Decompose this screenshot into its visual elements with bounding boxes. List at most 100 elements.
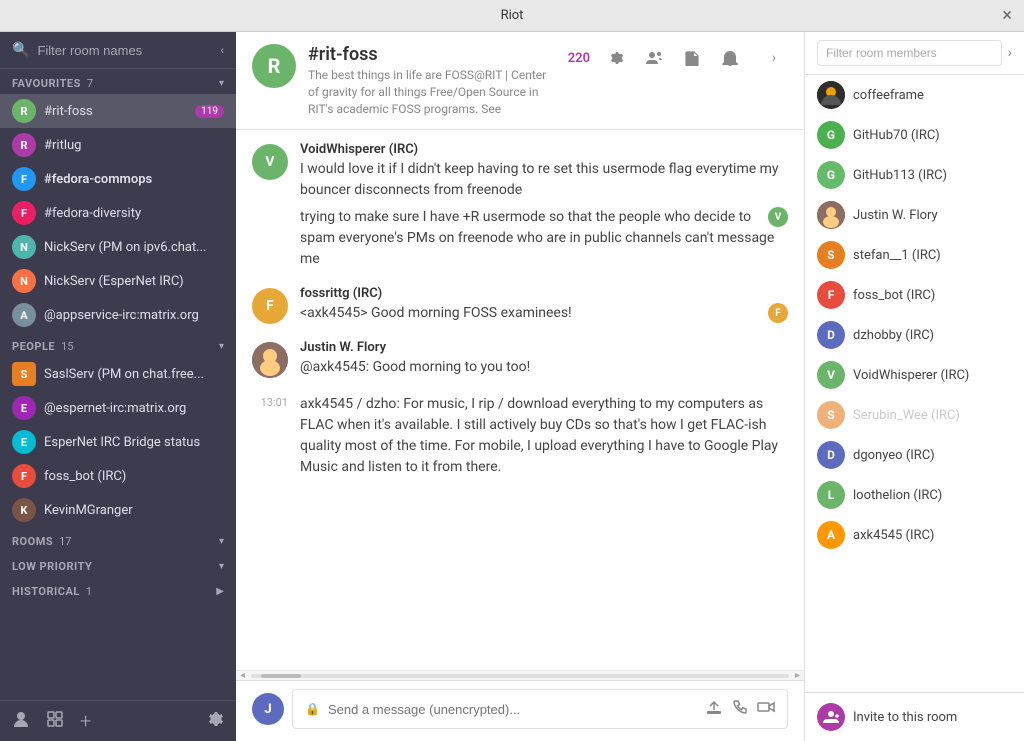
- member-avatar: S: [817, 401, 845, 429]
- members-list: coffeeframe G GitHub70 (IRC) G GitHub113…: [805, 75, 1024, 692]
- member-item[interactable]: S Serubin_Wee (IRC): [805, 395, 1024, 435]
- member-item[interactable]: G GitHub70 (IRC): [805, 115, 1024, 155]
- avatar: F: [12, 464, 36, 488]
- invite-icon: [817, 703, 845, 731]
- favourites-count: 7: [87, 77, 93, 90]
- sidebar-item-label: EsperNet IRC Bridge status: [44, 435, 224, 450]
- member-avatar: D: [817, 441, 845, 469]
- message-input-area: J 🔒: [236, 680, 804, 741]
- sidebar-item-rit-foss[interactable]: R #rit-foss 119: [0, 94, 236, 128]
- historical-header[interactable]: HISTORICAL 1 ▶: [0, 577, 236, 602]
- historical-count: 1: [86, 585, 92, 598]
- member-avatar: G: [817, 161, 845, 189]
- rooms-chevron-icon: ▾: [219, 536, 224, 547]
- sidebar-item-fedora-diversity[interactable]: F #fedora-diversity: [0, 196, 236, 230]
- member-name: Serubin_Wee (IRC): [853, 408, 1012, 423]
- video-icon[interactable]: [757, 698, 775, 720]
- member-item[interactable]: F foss_bot (IRC): [805, 275, 1024, 315]
- avatar: E: [12, 430, 36, 454]
- sidebar-item-espernet-bridge[interactable]: E EsperNet IRC Bridge status: [0, 425, 236, 459]
- rooms-icon[interactable]: [46, 710, 64, 732]
- message-content: VoidWhisperer (IRC) I would love it if I…: [300, 142, 788, 270]
- sidebar-item-nickserv-espernet[interactable]: N NickServ (EsperNet IRC): [0, 264, 236, 298]
- member-name: Justin W. Flory: [853, 208, 1012, 223]
- members-filter-input[interactable]: [817, 40, 1002, 66]
- lock-icon: 🔒: [305, 702, 320, 716]
- sidebar-item-fedora-commops[interactable]: F #fedora-commops: [0, 162, 236, 196]
- scroll-track: [251, 674, 789, 678]
- sidebar-item-kevinmgranger[interactable]: K KevinMGranger: [0, 493, 236, 527]
- favourites-header[interactable]: FAVOURITES 7 ▾: [0, 69, 236, 94]
- favourites-section: FAVOURITES 7 ▾ R #rit-foss 119 R #ritlug…: [0, 69, 236, 332]
- invite-label: Invite to this room: [853, 710, 957, 725]
- settings-button[interactable]: [602, 44, 630, 72]
- message-sender: Justin W. Flory: [300, 340, 788, 355]
- phone-icon[interactable]: [731, 698, 749, 720]
- member-item[interactable]: A axk4545 (IRC): [805, 515, 1024, 555]
- sidebar-item-ritlug[interactable]: R #ritlug: [0, 128, 236, 162]
- settings-icon[interactable]: [206, 710, 224, 732]
- member-item[interactable]: V VoidWhisperer (IRC): [805, 355, 1024, 395]
- member-name: coffeeframe: [853, 88, 1012, 103]
- low-priority-label: LOW PRIORITY: [12, 560, 92, 573]
- member-item[interactable]: Justin W. Flory: [805, 195, 1024, 235]
- invite-to-room-button[interactable]: Invite to this room: [805, 692, 1024, 741]
- member-name: GitHub70 (IRC): [853, 128, 1012, 143]
- avatar: R: [12, 99, 36, 123]
- scroll-thumb[interactable]: [261, 674, 301, 678]
- historical-chevron-icon: ▶: [216, 586, 224, 597]
- sidebar-item-label: #ritlug: [44, 138, 224, 153]
- avatar: N: [12, 235, 36, 259]
- member-avatar: F: [817, 281, 845, 309]
- sidebar-bottom: +: [0, 700, 236, 741]
- upload-icon[interactable]: [705, 698, 723, 720]
- horizontal-scrollbar[interactable]: ◂ ▸: [236, 670, 804, 680]
- avatar: V: [252, 144, 288, 180]
- historical-section: HISTORICAL 1 ▶: [0, 577, 236, 602]
- message-sender: fossrittg (IRC): [300, 286, 788, 301]
- member-count: 220: [568, 51, 590, 66]
- user-profile-icon[interactable]: [12, 710, 30, 732]
- message-input-box: 🔒: [292, 689, 788, 729]
- member-name: VoidWhisperer (IRC): [853, 368, 1012, 383]
- member-name: foss_bot (IRC): [853, 288, 1012, 303]
- historical-label: HISTORICAL: [12, 585, 80, 598]
- message-content: fossrittg (IRC) <axk4545> Good morning F…: [300, 286, 788, 324]
- sidebar-item-appservice[interactable]: A @appservice-irc:matrix.org: [0, 298, 236, 332]
- panel-collapse-icon[interactable]: ›: [1008, 45, 1012, 61]
- avatar: E: [12, 396, 36, 420]
- add-room-icon[interactable]: +: [80, 709, 91, 733]
- message-group: 13:01axk4545 / dzho: For music, I rip / …: [252, 394, 788, 478]
- message-input[interactable]: [328, 702, 697, 717]
- message-text: I would love it if I didn't keep having …: [300, 159, 788, 201]
- member-item[interactable]: D dzhobby (IRC): [805, 315, 1024, 355]
- close-button[interactable]: ×: [1002, 7, 1012, 25]
- member-item[interactable]: D dgonyeo (IRC): [805, 435, 1024, 475]
- sidebar-item-nickserv-ipv6[interactable]: N NickServ (PM on ipv6.chat...: [0, 230, 236, 264]
- message-sender: VoidWhisperer (IRC): [300, 142, 788, 157]
- member-item[interactable]: L loothelion (IRC): [805, 475, 1024, 515]
- notifications-button[interactable]: [716, 44, 744, 72]
- room-avatar: R: [252, 44, 296, 88]
- user-avatar: J: [252, 693, 284, 725]
- app-layout: 🔍 ‹ FAVOURITES 7 ▾ R #rit-foss 119 R #ri…: [0, 32, 1024, 741]
- rooms-header[interactable]: ROOMS 17 ▾: [0, 527, 236, 552]
- sidebar-item-label: foss_bot (IRC): [44, 469, 224, 484]
- sidebar-item-foss-bot[interactable]: F foss_bot (IRC): [0, 459, 236, 493]
- member-item[interactable]: coffeeframe: [805, 75, 1024, 115]
- avatar: F: [12, 167, 36, 191]
- people-header[interactable]: PEOPLE 15 ▾: [0, 332, 236, 357]
- sidebar: 🔍 ‹ FAVOURITES 7 ▾ R #rit-foss 119 R #ri…: [0, 32, 236, 741]
- collapse-icon[interactable]: ‹: [220, 43, 224, 57]
- members-button[interactable]: [640, 44, 668, 72]
- member-item[interactable]: G GitHub113 (IRC): [805, 155, 1024, 195]
- files-button[interactable]: [678, 44, 706, 72]
- panel-toggle-button[interactable]: ›: [760, 44, 788, 72]
- sidebar-item-espernet-irc[interactable]: E @espernet-irc:matrix.org: [0, 391, 236, 425]
- search-input[interactable]: [37, 43, 212, 58]
- people-count: 15: [61, 340, 73, 353]
- low-priority-header[interactable]: LOW PRIORITY ▾: [0, 552, 236, 577]
- sidebar-item-saslserv[interactable]: S SaslServ (PM on chat.free...: [0, 357, 236, 391]
- member-item[interactable]: S stefan__1 (IRC): [805, 235, 1024, 275]
- message-content: axk4545 / dzho: For music, I rip / downl…: [300, 394, 788, 478]
